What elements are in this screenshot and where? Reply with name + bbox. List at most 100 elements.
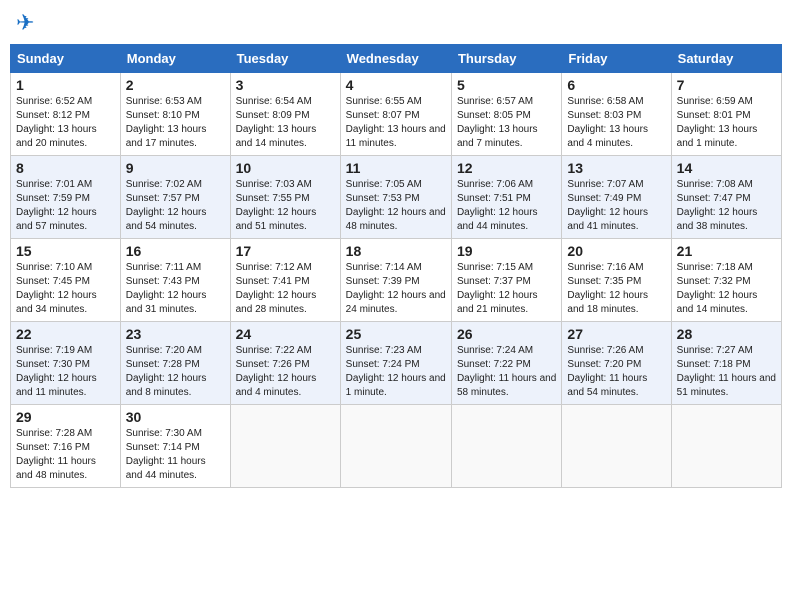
day-number: 12 xyxy=(457,160,556,176)
calendar-cell: 8 Sunrise: 7:01 AM Sunset: 7:59 PM Daylig… xyxy=(11,156,121,239)
calendar-cell: 3 Sunrise: 6:54 AM Sunset: 8:09 PM Daylig… xyxy=(230,73,340,156)
day-number: 28 xyxy=(677,326,776,342)
calendar-cell: 30Sunrise: 7:30 AM Sunset: 7:14 PM Dayli… xyxy=(120,405,230,488)
day-info: Sunrise: 7:02 AM Sunset: 7:57 PM Dayligh… xyxy=(126,179,207,232)
day-info: Sunrise: 6:54 AM Sunset: 8:09 PM Dayligh… xyxy=(236,96,317,149)
calendar-cell: 21 Sunrise: 7:18 AM Sunset: 7:32 PM Dayli… xyxy=(671,239,781,322)
day-number: 29 xyxy=(16,409,115,425)
day-info: Sunrise: 7:22 AM Sunset: 7:26 PM Dayligh… xyxy=(236,345,317,398)
day-info: Sunrise: 7:19 AM Sunset: 7:30 PM Dayligh… xyxy=(16,345,97,398)
weekday-header: Thursday xyxy=(451,45,561,73)
day-number: 18 xyxy=(346,243,446,259)
calendar-cell: 28 Sunrise: 7:27 AM Sunset: 7:18 PM Dayli… xyxy=(671,322,781,405)
calendar-cell xyxy=(671,405,781,488)
calendar-cell: 12 Sunrise: 7:06 AM Sunset: 7:51 PM Dayli… xyxy=(451,156,561,239)
day-number: 17 xyxy=(236,243,335,259)
day-number: 20 xyxy=(567,243,665,259)
calendar-cell: 4 Sunrise: 6:55 AM Sunset: 8:07 PM Daylig… xyxy=(340,73,451,156)
day-info: Sunrise: 7:15 AM Sunset: 7:37 PM Dayligh… xyxy=(457,262,538,315)
day-number: 22 xyxy=(16,326,115,342)
logo: ✈ xyxy=(14,10,34,36)
day-info: Sunrise: 7:03 AM Sunset: 7:55 PM Dayligh… xyxy=(236,179,317,232)
day-number: 27 xyxy=(567,326,665,342)
calendar-cell: 19 Sunrise: 7:15 AM Sunset: 7:37 PM Dayli… xyxy=(451,239,561,322)
calendar-cell: 24 Sunrise: 7:22 AM Sunset: 7:26 PM Dayli… xyxy=(230,322,340,405)
day-info: Sunrise: 7:01 AM Sunset: 7:59 PM Dayligh… xyxy=(16,179,97,232)
calendar-week-row: 8 Sunrise: 7:01 AM Sunset: 7:59 PM Daylig… xyxy=(11,156,782,239)
day-number: 6 xyxy=(567,77,665,93)
calendar-cell: 17Sunrise: 7:12 AM Sunset: 7:41 PM Dayli… xyxy=(230,239,340,322)
day-info: Sunrise: 6:59 AM Sunset: 8:01 PM Dayligh… xyxy=(677,96,758,149)
calendar-week-row: 1 Sunrise: 6:52 AM Sunset: 8:12 PM Daylig… xyxy=(11,73,782,156)
day-info: Sunrise: 7:18 AM Sunset: 7:32 PM Dayligh… xyxy=(677,262,758,315)
weekday-header: Friday xyxy=(562,45,671,73)
weekday-header: Tuesday xyxy=(230,45,340,73)
day-info: Sunrise: 7:24 AM Sunset: 7:22 PM Dayligh… xyxy=(457,345,556,398)
day-number: 1 xyxy=(16,77,115,93)
day-number: 15 xyxy=(16,243,115,259)
day-info: Sunrise: 7:20 AM Sunset: 7:28 PM Dayligh… xyxy=(126,345,207,398)
weekday-header: Saturday xyxy=(671,45,781,73)
day-number: 14 xyxy=(677,160,776,176)
weekday-header: Sunday xyxy=(11,45,121,73)
day-info: Sunrise: 7:16 AM Sunset: 7:35 PM Dayligh… xyxy=(567,262,648,315)
day-info: Sunrise: 7:14 AM Sunset: 7:39 PM Dayligh… xyxy=(346,262,446,315)
day-number: 10 xyxy=(236,160,335,176)
day-info: Sunrise: 7:23 AM Sunset: 7:24 PM Dayligh… xyxy=(346,345,446,398)
calendar-cell: 20 Sunrise: 7:16 AM Sunset: 7:35 PM Dayli… xyxy=(562,239,671,322)
calendar-table: SundayMondayTuesdayWednesdayThursdayFrid… xyxy=(10,44,782,488)
day-info: Sunrise: 6:55 AM Sunset: 8:07 PM Dayligh… xyxy=(346,96,446,149)
day-number: 16 xyxy=(126,243,225,259)
calendar-cell: 23 Sunrise: 7:20 AM Sunset: 7:28 PM Dayli… xyxy=(120,322,230,405)
day-info: Sunrise: 7:27 AM Sunset: 7:18 PM Dayligh… xyxy=(677,345,776,398)
day-number: 8 xyxy=(16,160,115,176)
calendar-cell: 13 Sunrise: 7:07 AM Sunset: 7:49 PM Dayli… xyxy=(562,156,671,239)
day-info: Sunrise: 7:08 AM Sunset: 7:47 PM Dayligh… xyxy=(677,179,758,232)
day-info: Sunrise: 7:26 AM Sunset: 7:20 PM Dayligh… xyxy=(567,345,647,398)
day-number: 24 xyxy=(236,326,335,342)
day-number: 23 xyxy=(126,326,225,342)
day-number: 21 xyxy=(677,243,776,259)
weekday-header: Monday xyxy=(120,45,230,73)
calendar-cell: 22 Sunrise: 7:19 AM Sunset: 7:30 PM Dayli… xyxy=(11,322,121,405)
day-info: Sunrise: 7:11 AM Sunset: 7:43 PM Dayligh… xyxy=(126,262,207,315)
calendar-cell: 27 Sunrise: 7:26 AM Sunset: 7:20 PM Dayli… xyxy=(562,322,671,405)
day-number: 19 xyxy=(457,243,556,259)
day-info: Sunrise: 7:10 AM Sunset: 7:45 PM Dayligh… xyxy=(16,262,97,315)
calendar-header-row: SundayMondayTuesdayWednesdayThursdayFrid… xyxy=(11,45,782,73)
weekday-header: Wednesday xyxy=(340,45,451,73)
calendar-cell: 6 Sunrise: 6:58 AM Sunset: 8:03 PM Daylig… xyxy=(562,73,671,156)
calendar-cell: 5 Sunrise: 6:57 AM Sunset: 8:05 PM Daylig… xyxy=(451,73,561,156)
day-info: Sunrise: 6:52 AM Sunset: 8:12 PM Dayligh… xyxy=(16,96,97,149)
calendar-cell xyxy=(562,405,671,488)
calendar-cell: 14 Sunrise: 7:08 AM Sunset: 7:47 PM Dayli… xyxy=(671,156,781,239)
day-number: 4 xyxy=(346,77,446,93)
day-info: Sunrise: 7:06 AM Sunset: 7:51 PM Dayligh… xyxy=(457,179,538,232)
page-header: ✈ xyxy=(10,10,782,36)
calendar-cell: 2Sunrise: 6:53 AM Sunset: 8:10 PM Daylig… xyxy=(120,73,230,156)
calendar-cell: 1 Sunrise: 6:52 AM Sunset: 8:12 PM Daylig… xyxy=(11,73,121,156)
calendar-week-row: 22 Sunrise: 7:19 AM Sunset: 7:30 PM Dayli… xyxy=(11,322,782,405)
day-number: 5 xyxy=(457,77,556,93)
day-number: 11 xyxy=(346,160,446,176)
calendar-cell: 15 Sunrise: 7:10 AM Sunset: 7:45 PM Dayli… xyxy=(11,239,121,322)
calendar-cell: 29Sunrise: 7:28 AM Sunset: 7:16 PM Dayli… xyxy=(11,405,121,488)
calendar-cell: 9Sunrise: 7:02 AM Sunset: 7:57 PM Daylig… xyxy=(120,156,230,239)
day-info: Sunrise: 6:58 AM Sunset: 8:03 PM Dayligh… xyxy=(567,96,648,149)
day-info: Sunrise: 7:05 AM Sunset: 7:53 PM Dayligh… xyxy=(346,179,446,232)
calendar-cell: 16 Sunrise: 7:11 AM Sunset: 7:43 PM Dayli… xyxy=(120,239,230,322)
day-info: Sunrise: 6:57 AM Sunset: 8:05 PM Dayligh… xyxy=(457,96,538,149)
calendar-cell: 11 Sunrise: 7:05 AM Sunset: 7:53 PM Dayli… xyxy=(340,156,451,239)
day-number: 30 xyxy=(126,409,225,425)
logo-bird-icon: ✈ xyxy=(16,10,34,36)
calendar-cell xyxy=(230,405,340,488)
calendar-cell: 18 Sunrise: 7:14 AM Sunset: 7:39 PM Dayli… xyxy=(340,239,451,322)
day-info: Sunrise: 6:53 AM Sunset: 8:10 PM Dayligh… xyxy=(126,96,207,149)
day-number: 13 xyxy=(567,160,665,176)
day-number: 3 xyxy=(236,77,335,93)
calendar-cell: 7Sunrise: 6:59 AM Sunset: 8:01 PM Daylig… xyxy=(671,73,781,156)
calendar-cell: 25 Sunrise: 7:23 AM Sunset: 7:24 PM Dayli… xyxy=(340,322,451,405)
calendar-cell: 26Sunrise: 7:24 AM Sunset: 7:22 PM Dayli… xyxy=(451,322,561,405)
day-info: Sunrise: 7:07 AM Sunset: 7:49 PM Dayligh… xyxy=(567,179,648,232)
day-number: 25 xyxy=(346,326,446,342)
